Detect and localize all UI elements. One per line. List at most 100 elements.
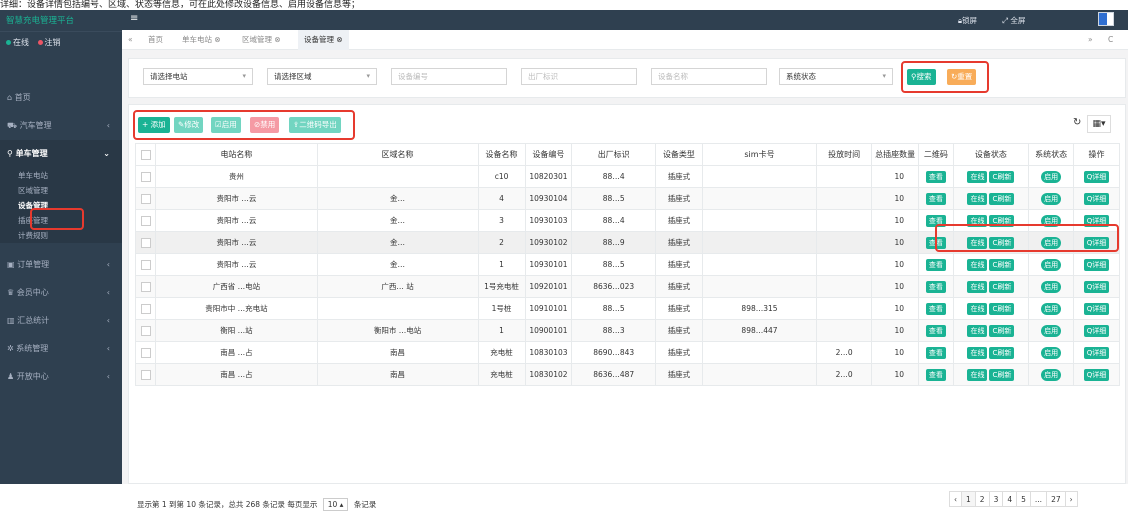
menu-item-system[interactable]: ✲ 系统管理 ‹ [0,335,122,363]
col-socket-count[interactable]: 总插座数量 [871,143,920,166]
row-checkbox[interactable] [140,347,151,358]
refresh-status-button[interactable]: C刷新 [989,280,1015,293]
station-select[interactable]: 请选择电站 ▾ [143,68,253,85]
close-icon[interactable]: ⊗ [274,35,280,44]
page-27[interactable]: 27 [1046,491,1066,507]
submenu-item-station[interactable]: 单车电站 [0,168,122,183]
logout-link[interactable]: 注销 [45,38,61,47]
menu-item-stats[interactable]: ▥ 汇总统计 ‹ [0,307,122,335]
table-row[interactable]: 南昌 …占 南昌 充电桩 10830102 8636…487 插座式 2…0 10 查看 在线 C刷… [134,363,1120,386]
columns-toggle-icon[interactable]: ▦▾ [1087,115,1111,133]
col-qrcode[interactable]: 二维码 [918,143,954,166]
col-station[interactable]: 电站名称 [155,143,318,166]
detail-button[interactable]: Q详细 [1083,170,1110,183]
page-next[interactable]: › [1064,491,1078,507]
lock-screen-button[interactable]: 🔒︎锁屏 [958,15,977,26]
cell-station: 贵阳市中 …充电站 [155,297,318,320]
row-checkbox[interactable] [140,171,151,182]
refresh-tabs-icon[interactable]: C [1108,30,1113,50]
view-qrcode-button[interactable]: 查看 [925,258,946,271]
device-no-input[interactable]: 设备编号 [391,68,507,85]
detail-button[interactable]: Q详细 [1083,302,1110,315]
detail-button[interactable]: Q详细 [1083,346,1110,359]
tab-home[interactable]: 首页 [148,30,163,50]
side-menu: ⌂ 首页 ⛟ 汽车管理 ‹ ⚲ 单车管理 ⌄ 单车电站 区域管理 设备管理 插座管理… [0,84,122,391]
system-status-select[interactable]: 系统状态 ▾ [779,68,893,85]
row-checkbox[interactable] [140,281,151,292]
view-qrcode-button[interactable]: 查看 [925,368,946,381]
row-checkbox[interactable] [140,369,151,380]
menu-item-home[interactable]: ⌂ 首页 [0,84,122,112]
fullscreen-button[interactable]: ⤢ 全屏 [1002,15,1025,26]
view-qrcode-button[interactable]: 查看 [925,302,946,315]
view-qrcode-button[interactable]: 查看 [925,192,946,205]
col-system-status[interactable]: 系统状态 [1028,143,1075,166]
row-checkbox[interactable] [140,325,151,336]
menu-toggle-icon[interactable]: ≡ [130,13,138,24]
select-all-checkbox[interactable] [140,149,151,160]
avatar[interactable] [1098,12,1114,26]
col-factory-id[interactable]: 出厂标识 [571,143,656,166]
menu-item-bike[interactable]: ⚲ 单车管理 ⌄ [0,140,122,168]
detail-button[interactable]: Q详细 [1083,324,1110,337]
refresh-table-icon[interactable]: ↻ [1073,117,1081,128]
view-qrcode-button[interactable]: 查看 [925,324,946,337]
col-device-type[interactable]: 设备类型 [655,143,703,166]
refresh-status-button[interactable]: C刷新 [989,192,1015,205]
menu-item-open[interactable]: ♟ 开放中心 ‹ [0,363,122,391]
view-qrcode-button[interactable]: 查看 [925,170,946,183]
row-checkbox[interactable] [140,215,151,226]
page-2[interactable]: 2 [974,491,990,507]
refresh-status-button[interactable]: C刷新 [989,170,1015,183]
col-device-no[interactable]: 设备编号 [524,143,573,166]
page-4[interactable]: 4 [1002,491,1018,507]
row-checkbox[interactable] [140,193,151,204]
row-checkbox[interactable] [140,237,151,248]
factory-id-input[interactable]: 出厂标识 [521,68,637,85]
refresh-status-button[interactable]: C刷新 [989,324,1015,337]
detail-button[interactable]: Q详细 [1083,258,1110,271]
refresh-status-button[interactable]: C刷新 [989,368,1015,381]
menu-item-order[interactable]: ▣ 订单管理 ‹ [0,251,122,279]
submenu-item-area[interactable]: 区域管理 [0,183,122,198]
col-deploy-time[interactable]: 投放时间 [816,143,873,166]
table-row[interactable]: 南昌 …占 南昌 充电桩 10830103 8690…843 插座式 2…0 10 查看 在线 C刷… [134,341,1120,364]
tab-device[interactable]: 设备管理 ⊗ [298,30,349,50]
view-qrcode-button[interactable]: 查看 [925,346,946,359]
close-icon[interactable]: ⊗ [214,35,220,44]
table-row[interactable]: 贵阳市 …云 金… 4 10930104 88…5 插座式 10 查看 在线 C刷新 启用 Q详细 [134,187,1120,210]
row-checkbox[interactable] [140,259,151,270]
menu-item-car[interactable]: ⛟ 汽车管理 ‹ [0,112,122,140]
detail-button[interactable]: Q详细 [1083,280,1110,293]
refresh-status-button[interactable]: C刷新 [989,346,1015,359]
menu-item-member[interactable]: ♛ 会员中心 ‹ [0,279,122,307]
table-row[interactable]: 衡阳 …站 衡阳市 …电站 1 10900101 88…3 插座式 898…447 10 查看在… [134,319,1120,342]
refresh-status-button[interactable]: C刷新 [989,302,1015,315]
col-area[interactable]: 区域名称 [316,143,479,166]
menu-label: 汽车管理 [19,121,52,130]
refresh-status-button[interactable]: C刷新 [989,258,1015,271]
detail-button[interactable]: Q详细 [1083,368,1110,381]
table-row[interactable]: 贵阳市 …云 金… 1 10930101 88…5 插座式 10 查看 在线 C刷新 启用 Q详细 [134,253,1120,276]
page-1[interactable]: 1 [961,491,976,507]
col-device-name[interactable]: 设备名称 [477,143,526,166]
close-icon[interactable]: ⊗ [336,35,342,44]
page-5[interactable]: 5 [1016,491,1031,507]
page-size-select[interactable]: 10 ▴ [322,498,349,511]
detail-button[interactable]: Q详细 [1083,192,1110,205]
row-checkbox[interactable] [140,303,151,314]
tab-bike-station[interactable]: 单车电站 ⊗ [182,30,221,50]
table-row[interactable]: 广西省 …电站 广西… 站 1号充电桩 10920101 8636…023 插座式 10 查看… [134,275,1120,298]
view-qrcode-button[interactable]: 查看 [925,280,946,293]
table-row[interactable]: 贵州 c10 10820301 88…4 插座式 10 查看 在线 C刷新 启用 Q详细 [134,165,1120,188]
area-select[interactable]: 请选择区域 ▾ [267,68,377,85]
page-3[interactable]: 3 [988,491,1004,507]
tab-forward-icon[interactable]: » [1088,30,1093,50]
table-row[interactable]: 贵阳市中 …充电站 1号桩 10910101 88…5 插座式 898…315 10 查看 在线… [134,297,1120,320]
col-sim[interactable]: sim卡号 [701,143,818,166]
tab-back-icon[interactable]: « [128,30,133,50]
col-device-status[interactable]: 设备状态 [952,143,1030,166]
submenu-item-billing[interactable]: 计费规则 [0,228,122,243]
tab-area[interactable]: 区域管理 ⊗ [242,30,281,50]
device-name-input[interactable]: 设备名称 [651,68,767,85]
